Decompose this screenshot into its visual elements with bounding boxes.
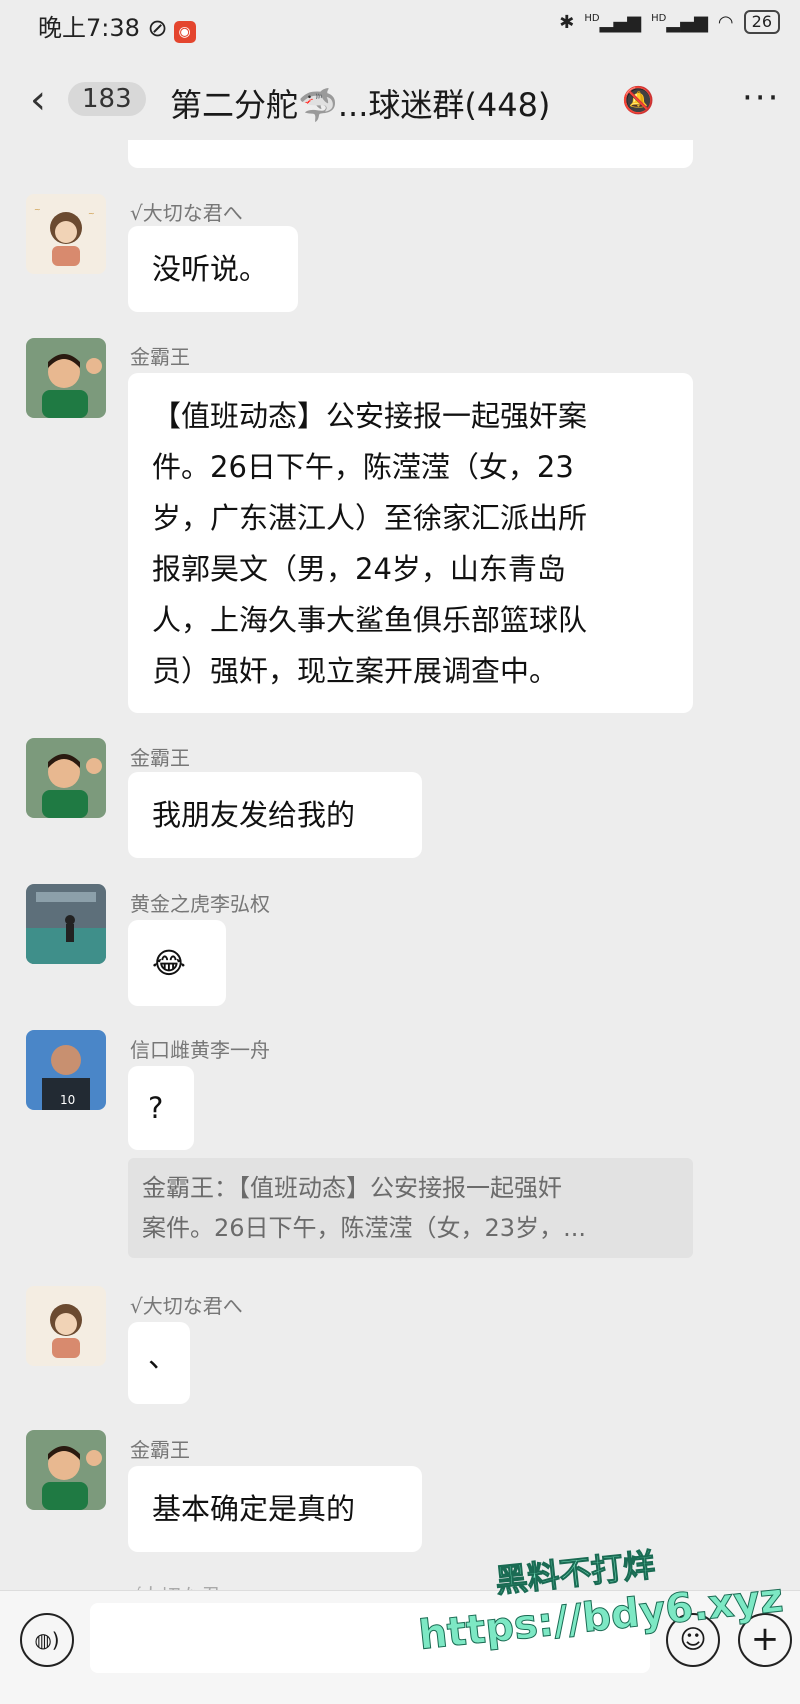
bluetooth-icon: ✱ [559,11,575,33]
signal-icon: HD▂▄▆ [651,11,708,33]
sender-name: √大切な君へ [130,201,243,225]
avatar[interactable] [26,738,106,818]
unread-count-badge[interactable]: 183 [68,82,146,116]
sender-name: 信口雌黄李一舟 [130,1038,270,1062]
clock: 晚上7:38 [38,14,140,42]
avatar[interactable]: 10 [26,1030,106,1110]
message-bubble[interactable]: 没听说。 [128,226,298,312]
sender-name: 金霸王 [130,345,190,369]
battery-icon: 26 [743,10,780,34]
notification-icon: ◉ [173,21,196,43]
avatar[interactable] [26,338,106,418]
sender-name: 金霸王 [130,1438,190,1462]
quoted-message[interactable]: 金霸王：【值班动态】公安接报一起强奸 案件。26日下午，陈滢滢（女，23岁，..… [128,1158,693,1258]
status-time: 晚上7:38 ⊘ ◉ [38,8,196,43]
avatar[interactable] [26,884,106,964]
mute-icon: ⊘ [139,14,168,42]
avatar-sketch-girl [26,1286,106,1366]
sender-name: √大切な君へ [130,1294,243,1318]
chat-header: ‹ 183 第二分舵🦈...球迷群(448) 🔕 ··· [0,60,800,140]
avatar[interactable]: ~ ~ [26,194,106,274]
message-bubble[interactable]: 基本确定是真的 [128,1466,422,1552]
svg-text:~: ~ [88,209,95,218]
voice-icon[interactable]: ◍) [20,1613,74,1667]
message-line: 人，上海久事大鲨鱼俱乐部篮球队 [152,603,588,637]
chat-title: 第二分舵🦈...球迷群(448) [170,86,551,124]
signal2-label: HD [651,12,667,24]
avatar-boy [26,738,106,818]
sender-name: 黄金之虎李弘权 [130,892,270,916]
avatar-sketch-girl: ~ ~ [26,194,106,274]
message-line: 员）强奸，现立案开展调查中。 [152,654,559,688]
back-icon[interactable]: ‹ [30,80,46,120]
avatar[interactable] [26,1430,106,1510]
svg-text:~: ~ [34,205,41,214]
message-bubble[interactable]: 😂 [128,920,226,1006]
svg-text:10: 10 [60,1093,75,1107]
message-line: 件。26日下午，陈滢滢（女，23 [152,450,574,484]
mute-bell-icon: 🔕 [622,86,655,116]
avatar-basketball-court [26,884,106,964]
signal1-label: HD [584,12,600,24]
message-bubble[interactable]: ? [128,1066,194,1150]
message-line: 岁，广东湛江人）至徐家汇派出所 [152,501,588,535]
status-bar: 晚上7:38 ⊘ ◉ ✱ HD▂▄▆ HD▂▄▆ ◠ 26 [0,0,800,48]
more-options-button[interactable]: ··· [742,78,780,118]
avatar-basketball-player: 10 [26,1030,106,1110]
avatar-boy [26,338,106,418]
message-line: 报郭昊文（男，24岁，山东青岛 [152,552,566,586]
quote-line: 金霸王：【值班动态】公安接报一起强奸 [142,1174,562,1202]
quote-line: 案件。26日下午，陈滢滢（女，23岁，... [142,1214,586,1242]
status-icons: ✱ HD▂▄▆ HD▂▄▆ ◠ 26 [559,10,780,34]
sender-name: 金霸王 [130,746,190,770]
signal-icon: HD▂▄▆ [584,11,642,33]
message-bubble[interactable] [128,140,693,168]
message-line: 【值班动态】公安接报一起强奸案 [152,399,588,433]
message-bubble[interactable]: 【值班动态】公安接报一起强奸案 件。26日下午，陈滢滢（女，23 岁，广东湛江人… [128,373,693,713]
message-bubble[interactable]: 、 [128,1322,190,1404]
message-bubble[interactable]: 我朋友发给我的 [128,772,422,858]
avatar[interactable] [26,1286,106,1366]
wifi-icon: ◠ [717,11,734,33]
avatar-boy [26,1430,106,1510]
